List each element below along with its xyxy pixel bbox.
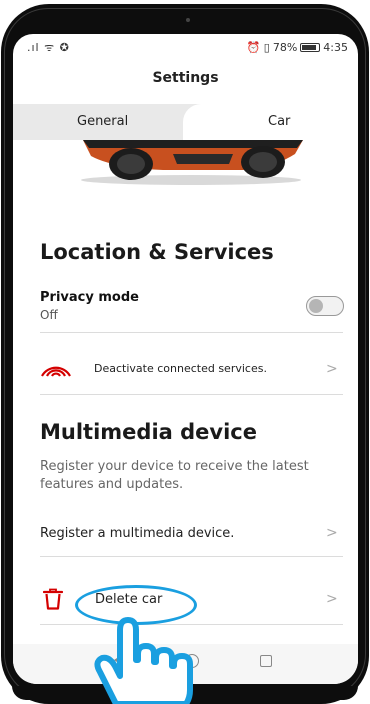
status-left: .ıl ᯤ ✪ <box>27 40 70 55</box>
trash-icon <box>43 588 63 610</box>
divider <box>40 556 343 557</box>
multimedia-description: Register your device to receive the late… <box>40 459 309 492</box>
chevron-right-icon: > <box>326 591 338 607</box>
tab-car-label[interactable]: Car <box>268 114 290 129</box>
toggle-knob <box>309 299 323 313</box>
hand-pointer-icon <box>94 617 193 704</box>
status-bar: .ıl ᯤ ✪ ⏰ ▯ 78% 4:35 <box>13 34 358 60</box>
privacy-mode-value: Off <box>40 308 58 322</box>
location-services-title: Location & Services <box>40 240 274 264</box>
privacy-mode-toggle[interactable] <box>306 296 344 316</box>
system-icons: ⏰ ▯ <box>246 40 270 54</box>
battery-percent: 78% <box>272 40 298 54</box>
divider <box>40 394 343 395</box>
divider <box>40 332 343 333</box>
deactivate-services-row[interactable]: Deactivate connected services. > <box>13 334 358 394</box>
clock: 4:35 <box>323 40 348 54</box>
signal-icons: .ıl ᯤ ✪ <box>27 40 70 54</box>
register-multimedia-row[interactable]: Register a multimedia device. > <box>13 512 358 558</box>
chevron-right-icon: > <box>326 361 338 377</box>
wifi-signal-icon <box>41 366 71 377</box>
status-right: ⏰ ▯ 78% 4:35 <box>247 41 348 54</box>
phone-screen: .ıl ᯤ ✪ ⏰ ▯ 78% 4:35 Settings General Ca… <box>13 34 358 684</box>
battery-icon <box>300 42 321 52</box>
recent-apps-icon[interactable] <box>260 655 272 667</box>
multimedia-title: Multimedia device <box>40 420 257 444</box>
settings-tabs: General Car <box>13 104 358 140</box>
page-title: Settings <box>152 70 219 86</box>
privacy-mode-label: Privacy mode <box>40 290 139 305</box>
camera-dot <box>186 18 190 22</box>
tab-general-label[interactable]: General <box>77 114 128 129</box>
chevron-right-icon: > <box>326 525 338 541</box>
car-image <box>81 140 303 185</box>
deactivate-services-label: Deactivate connected services. <box>94 362 267 375</box>
register-multimedia-label: Register a multimedia device. <box>40 526 235 541</box>
